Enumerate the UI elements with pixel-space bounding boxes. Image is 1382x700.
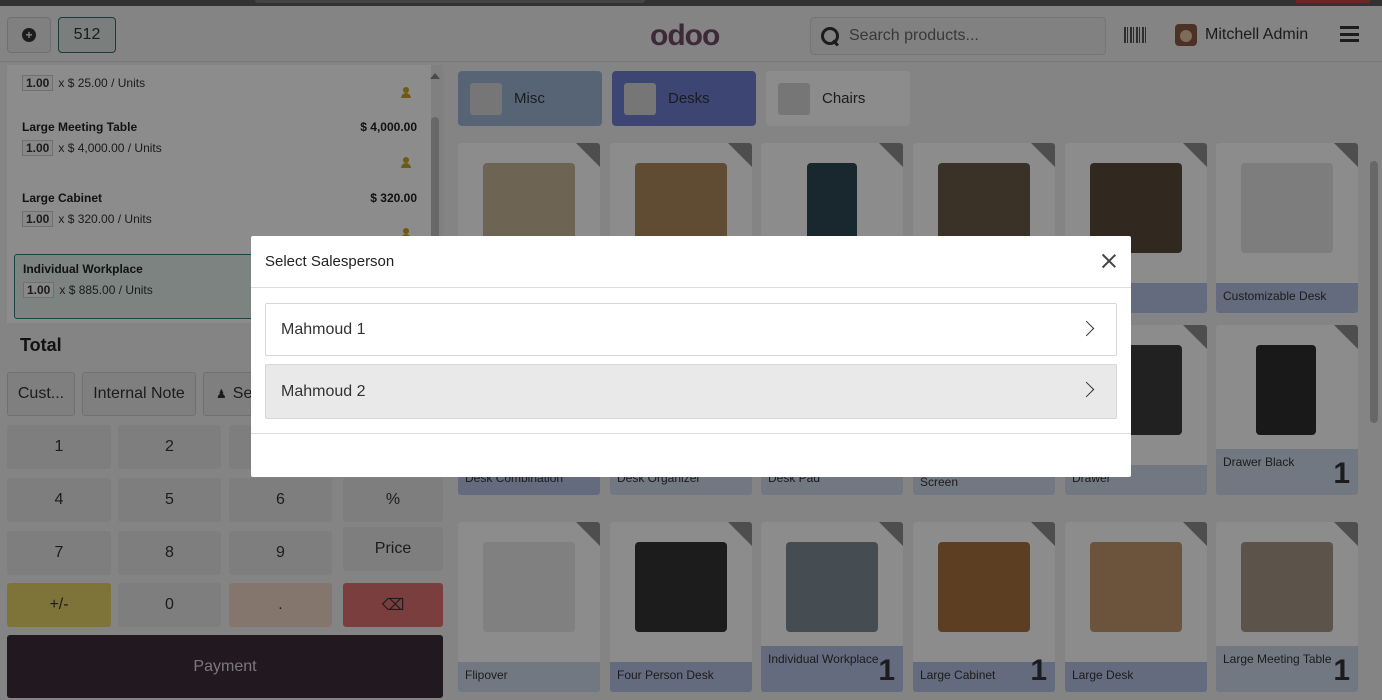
select-salesperson-dialog: Select Salesperson Mahmoud 1 Mahmoud 2 bbox=[251, 236, 1131, 477]
salesperson-option[interactable]: Mahmoud 1 bbox=[265, 303, 1117, 356]
dialog-divider bbox=[251, 287, 1131, 288]
salesperson-name: Mahmoud 2 bbox=[281, 382, 366, 400]
chevron-right-icon bbox=[1078, 381, 1095, 398]
close-icon[interactable] bbox=[1100, 252, 1118, 270]
salesperson-option[interactable]: Mahmoud 2 bbox=[265, 364, 1117, 419]
dialog-footer-divider bbox=[251, 433, 1131, 434]
salesperson-name: Mahmoud 1 bbox=[281, 320, 366, 338]
dialog-title: Select Salesperson bbox=[265, 253, 395, 270]
chevron-right-icon bbox=[1078, 320, 1095, 337]
